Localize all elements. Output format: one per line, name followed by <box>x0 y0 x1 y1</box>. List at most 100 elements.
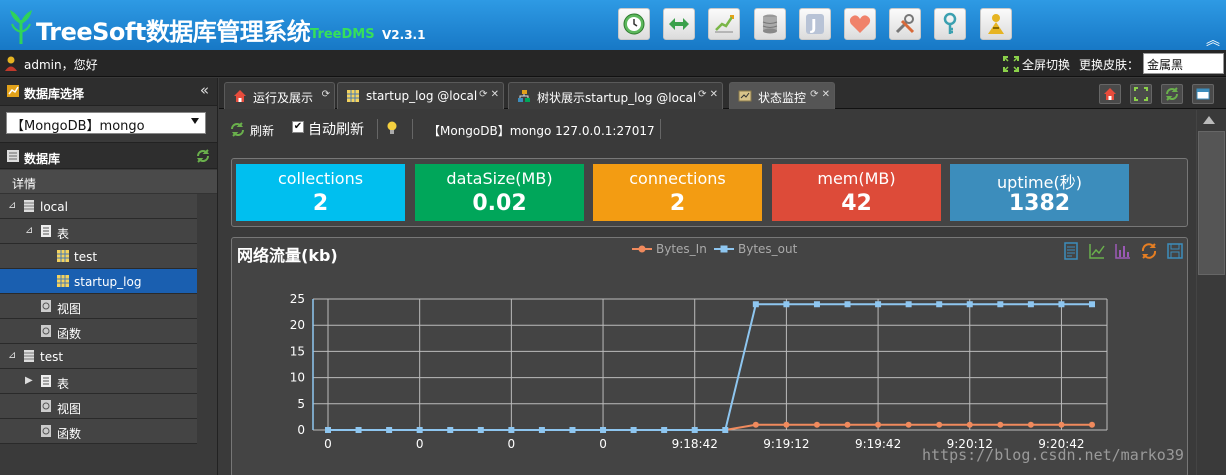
exchange-button[interactable] <box>663 8 696 40</box>
folder-icon <box>41 375 51 387</box>
tree-node[interactable]: 函数 <box>0 319 217 344</box>
database-icon <box>24 200 34 212</box>
user-bar: admin，您好 全屏切换 更换皮肤： 金属黑 <box>0 50 1226 77</box>
tab-startup-log[interactable]: startup_log @local ⟳ ✕ <box>337 82 504 109</box>
tree-node-label: 表 <box>57 227 70 241</box>
heart-icon <box>849 15 871 33</box>
tree-node-label: local <box>40 200 68 214</box>
home-icon <box>1104 88 1116 100</box>
refresh-tool-button[interactable] <box>1161 84 1183 104</box>
db-select-icon <box>7 85 19 97</box>
collapse-sidebar-icon[interactable]: « <box>200 81 209 99</box>
data-point <box>875 301 882 308</box>
tab-status-monitor[interactable]: 状态监控 ⟳ ✕ <box>729 82 835 109</box>
data-point <box>813 421 820 428</box>
tree-node[interactable]: 函数 <box>0 419 217 444</box>
data-point <box>783 301 790 308</box>
tree-node[interactable]: startup_log <box>0 269 197 294</box>
tree-node[interactable]: test <box>0 244 217 269</box>
tree-node[interactable]: ▶ 表 <box>0 369 217 394</box>
key-button[interactable] <box>934 8 967 40</box>
scroll-thumb[interactable] <box>1198 131 1225 275</box>
skin-select[interactable]: 金属黑 <box>1143 53 1224 74</box>
stat-value: 0.02 <box>472 191 527 216</box>
collapse-header-icon[interactable]: ︽ <box>1206 30 1220 50</box>
stat-value: 1382 <box>1008 191 1071 216</box>
x-tick-label: 9:19:12 <box>763 437 809 451</box>
chevron-down-icon <box>191 118 199 124</box>
tab-run-display[interactable]: 运行及展示 ⟳ <box>224 82 335 109</box>
x-tick-label: 0 <box>599 437 607 451</box>
chart-button[interactable] <box>708 8 741 40</box>
tools-button[interactable] <box>889 8 922 40</box>
legend-marker <box>720 245 728 253</box>
tree-row-spacer <box>197 394 217 419</box>
tree-node-label: 函数 <box>57 427 82 441</box>
toolbar-divider <box>412 119 413 139</box>
tab-tree-startup-log[interactable]: 树状展示startup_log @local ⟳ ✕ <box>508 82 723 109</box>
data-point <box>752 301 759 308</box>
tree-node[interactable]: ⊿ test <box>0 344 217 369</box>
user-icon <box>5 56 17 71</box>
tree-node[interactable]: 视图 <box>0 294 217 319</box>
stat-key: collections <box>277 169 364 188</box>
clock-button[interactable] <box>618 8 650 40</box>
j-icon: J <box>805 14 824 34</box>
data-point <box>813 301 820 308</box>
auto-refresh-checkbox[interactable]: ✔ <box>292 121 304 133</box>
tree-toggle-icon[interactable]: ▶ <box>25 375 33 386</box>
database-list-icon <box>7 150 19 162</box>
x-tick-label: 0 <box>324 437 332 451</box>
data-point <box>966 301 973 308</box>
detail-row[interactable]: 详情 <box>0 170 217 194</box>
scroll-up-icon[interactable] <box>1203 116 1215 124</box>
app-header: TreeSoft数据库管理系统 TreeDMS V2.3.1 J ︽ <box>0 0 1226 50</box>
table-icon <box>57 275 69 287</box>
x-tick-label: 0 <box>508 437 516 451</box>
tree-row-spacer <box>197 344 217 369</box>
tree-row-spacer <box>197 194 217 219</box>
database-button[interactable] <box>753 8 786 40</box>
database-icon <box>762 14 777 34</box>
tree-toggle-icon[interactable]: ⊿ <box>8 350 16 361</box>
fullscreen-icon[interactable] <box>1003 56 1019 72</box>
panel-tool-button[interactable] <box>1192 84 1214 104</box>
data-point <box>386 427 393 433</box>
app-subtitle: TreeDMS <box>310 27 375 42</box>
x-tick-label: 9:18:42 <box>672 437 718 451</box>
tree-toggle-icon[interactable]: ⊿ <box>8 200 16 211</box>
data-point <box>355 427 362 433</box>
user-key-button[interactable] <box>979 8 1012 40</box>
tree-node-label: test <box>74 250 98 264</box>
data-point <box>538 427 545 433</box>
tab-close-icon[interactable]: ⟳ ✕ <box>479 89 499 100</box>
data-point <box>661 427 668 433</box>
y-tick-label: 0 <box>297 423 305 437</box>
home-tool-button[interactable] <box>1099 84 1121 104</box>
tab-close-icon[interactable]: ⟳ ✕ <box>698 89 718 100</box>
stat-mem: mem(MB) 42 <box>772 164 941 221</box>
fullscreen-toggle[interactable]: 全屏切换 <box>1022 56 1070 73</box>
app-version: V2.3.1 <box>382 28 426 42</box>
refresh-button[interactable]: 刷新 <box>250 122 274 139</box>
refresh-icon[interactable] <box>195 148 211 164</box>
stat-value: 2 <box>312 191 329 216</box>
stat-key: connections <box>629 169 726 188</box>
tree-logo-icon <box>10 10 32 44</box>
database-title: 数据库 <box>24 152 61 166</box>
maximize-tool-button[interactable] <box>1130 84 1152 104</box>
j-button[interactable]: J <box>798 8 831 40</box>
data-point <box>477 427 484 433</box>
tree-node[interactable]: ⊿ local <box>0 194 217 219</box>
tree-node[interactable]: ⊿ 表 <box>0 219 217 244</box>
legend-label: Bytes_out <box>738 242 798 256</box>
tab-refresh-icon[interactable]: ⟳ <box>322 89 330 100</box>
refresh-icon[interactable] <box>230 122 245 137</box>
vertical-scrollbar[interactable] <box>1196 110 1226 475</box>
tab-close-icon[interactable]: ⟳ ✕ <box>810 89 830 100</box>
data-point <box>722 427 729 433</box>
tree-toggle-icon[interactable]: ⊿ <box>25 225 33 236</box>
heart-button[interactable] <box>843 8 876 40</box>
tree-node[interactable]: 视图 <box>0 394 217 419</box>
db-select[interactable]: 【MongoDB】mongo <box>6 112 206 134</box>
